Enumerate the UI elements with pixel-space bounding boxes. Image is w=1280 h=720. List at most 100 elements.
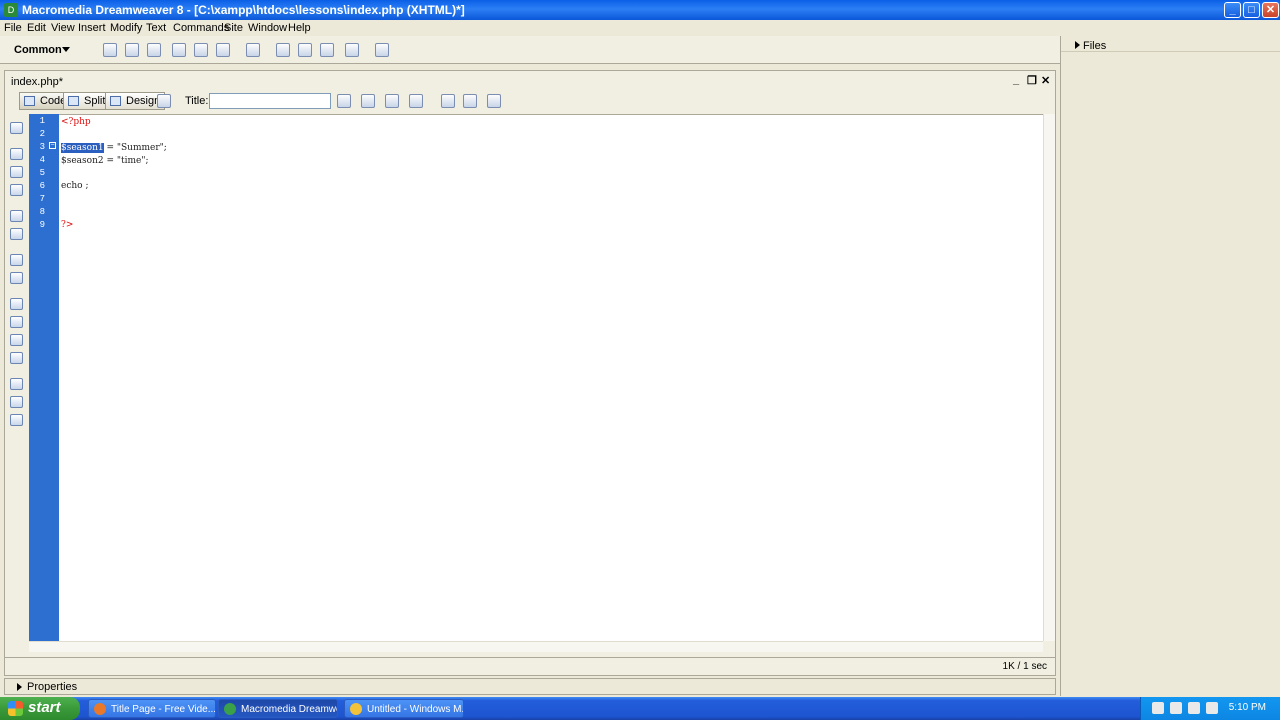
maximize-button[interactable]: □ (1243, 2, 1260, 18)
templates-icon[interactable] (345, 43, 359, 57)
preview-browser-icon[interactable] (409, 94, 423, 108)
collapse-selection-icon[interactable] (10, 166, 23, 178)
code-line[interactable]: ?> (61, 219, 73, 231)
line-numbers-icon[interactable] (10, 254, 23, 266)
document-window: index.php* _ ❐ ✕ Code Split Design Title… (4, 70, 1056, 676)
layer-icon[interactable] (194, 43, 208, 57)
apply-comment-icon[interactable] (10, 298, 23, 310)
named-anchor-icon[interactable] (147, 43, 161, 57)
chrome-icon (350, 703, 362, 715)
document-tab[interactable]: index.php* (11, 76, 63, 88)
fold-toggle-icon[interactable]: − (49, 142, 56, 149)
refresh-icon[interactable] (441, 94, 455, 108)
debug-icon[interactable] (385, 94, 399, 108)
properties-panel-header[interactable]: Properties (4, 678, 1056, 695)
doc-close-button[interactable]: ✕ (1041, 74, 1050, 87)
balance-braces-icon[interactable] (10, 228, 23, 240)
line-number: 7 (39, 194, 45, 204)
insert-category[interactable]: Common (14, 44, 62, 56)
format-source-icon[interactable] (10, 414, 23, 426)
minimize-button[interactable]: _ (1224, 2, 1241, 18)
windows-logo-icon (8, 701, 23, 716)
highlight-invalid-icon[interactable] (10, 272, 23, 284)
live-data-icon[interactable] (157, 94, 171, 108)
insert-bar: Common (0, 36, 1060, 64)
close-button[interactable]: ✕ (1262, 2, 1279, 18)
line-number: 2 (39, 129, 45, 139)
comment-icon[interactable] (320, 43, 334, 57)
outdent-code-icon[interactable] (10, 396, 23, 408)
images-icon[interactable] (216, 43, 230, 57)
network-icon[interactable] (1170, 702, 1182, 714)
line-number: 8 (39, 207, 45, 217)
check-browser-icon[interactable] (361, 94, 375, 108)
indent-code-icon[interactable] (10, 378, 23, 390)
line-number: 5 (39, 168, 45, 178)
open-documents-icon[interactable] (10, 122, 23, 134)
line-number: 3 (39, 142, 45, 152)
menu-text[interactable]: Text (146, 22, 166, 34)
recent-snippets-icon[interactable] (10, 352, 23, 364)
volume-icon[interactable] (1188, 702, 1200, 714)
taskbar-item-browser[interactable]: Title Page - Free Vide... (88, 699, 216, 718)
tag-chooser-icon[interactable] (375, 43, 389, 57)
menu-window[interactable]: Window (248, 22, 287, 34)
hyperlink-icon[interactable] (103, 43, 117, 57)
menu-help[interactable]: Help (288, 22, 311, 34)
visual-aids-icon[interactable] (487, 94, 501, 108)
taskbar: start Title Page - Free Vide... Macromed… (0, 697, 1280, 720)
code-line[interactable]: $season2 = "time"; (61, 155, 149, 167)
line-number: 9 (39, 220, 45, 230)
doc-restore-button[interactable]: ❐ (1027, 74, 1037, 87)
menu-site[interactable]: Site (224, 22, 243, 34)
server-side-include-icon[interactable] (298, 43, 312, 57)
view-options-icon[interactable] (463, 94, 477, 108)
code-view-icon (24, 96, 35, 106)
expand-all-icon[interactable] (10, 184, 23, 196)
title-label: Title: (185, 95, 209, 107)
wrap-tag-icon[interactable] (10, 334, 23, 346)
media-icon[interactable] (246, 43, 260, 57)
category-dropdown-icon[interactable] (62, 47, 70, 52)
expand-arrow-icon[interactable] (17, 683, 22, 691)
line-number-gutter: 1 2 3 − 4 5 6 7 8 9 (29, 114, 59, 641)
panel-group: Files (1060, 36, 1280, 696)
clock[interactable]: 5:10 PM (1229, 702, 1266, 713)
doc-minimize-button[interactable]: _ (1013, 74, 1019, 86)
table-icon[interactable] (172, 43, 186, 57)
taskbar-item-dreamweaver[interactable]: Macromedia Dreamwe... (218, 699, 338, 718)
menu-view[interactable]: View (51, 22, 75, 34)
validate-icon[interactable] (337, 94, 351, 108)
menu-edit[interactable]: Edit (27, 22, 46, 34)
taskbar-item-windows-movie-maker[interactable]: Untitled - Windows M... (344, 699, 464, 718)
code-line[interactable]: $season1 = "Summer"; (61, 142, 167, 154)
page-title-input[interactable] (209, 93, 331, 109)
help-icon[interactable] (1152, 702, 1164, 714)
expand-arrow-icon[interactable] (1075, 41, 1080, 49)
window-title: Macromedia Dreamweaver 8 - [C:\xampp\htd… (22, 3, 465, 17)
title-bar: D Macromedia Dreamweaver 8 - [C:\xampp\h… (0, 0, 1280, 20)
menu-commands[interactable]: Commands (173, 22, 229, 34)
start-button[interactable]: start (0, 697, 80, 720)
properties-label[interactable]: Properties (27, 681, 77, 693)
code-line[interactable]: <?php (61, 116, 91, 128)
vertical-scrollbar[interactable] (1043, 114, 1055, 641)
horizontal-scrollbar[interactable] (29, 641, 1043, 652)
download-size-status: 1K / 1 sec (1002, 661, 1047, 672)
files-panel-label[interactable]: Files (1083, 40, 1106, 52)
code-editor[interactable]: <?php $season1 = "Summer"; $season2 = "t… (59, 114, 1043, 641)
date-icon[interactable] (276, 43, 290, 57)
select-parent-tag-icon[interactable] (10, 210, 23, 222)
files-panel-header[interactable]: Files (1061, 36, 1280, 52)
split-view-icon (68, 96, 79, 106)
email-link-icon[interactable] (125, 43, 139, 57)
collapse-tag-icon[interactable] (10, 148, 23, 160)
remove-comment-icon[interactable] (10, 316, 23, 328)
selected-text[interactable]: $season1 (61, 143, 104, 153)
menu-modify[interactable]: Modify (110, 22, 142, 34)
security-icon[interactable] (1206, 702, 1218, 714)
menu-file[interactable]: File (4, 22, 22, 34)
menu-insert[interactable]: Insert (78, 22, 106, 34)
split-view-button[interactable]: Split (63, 92, 111, 110)
code-line[interactable]: echo ; (61, 180, 88, 192)
